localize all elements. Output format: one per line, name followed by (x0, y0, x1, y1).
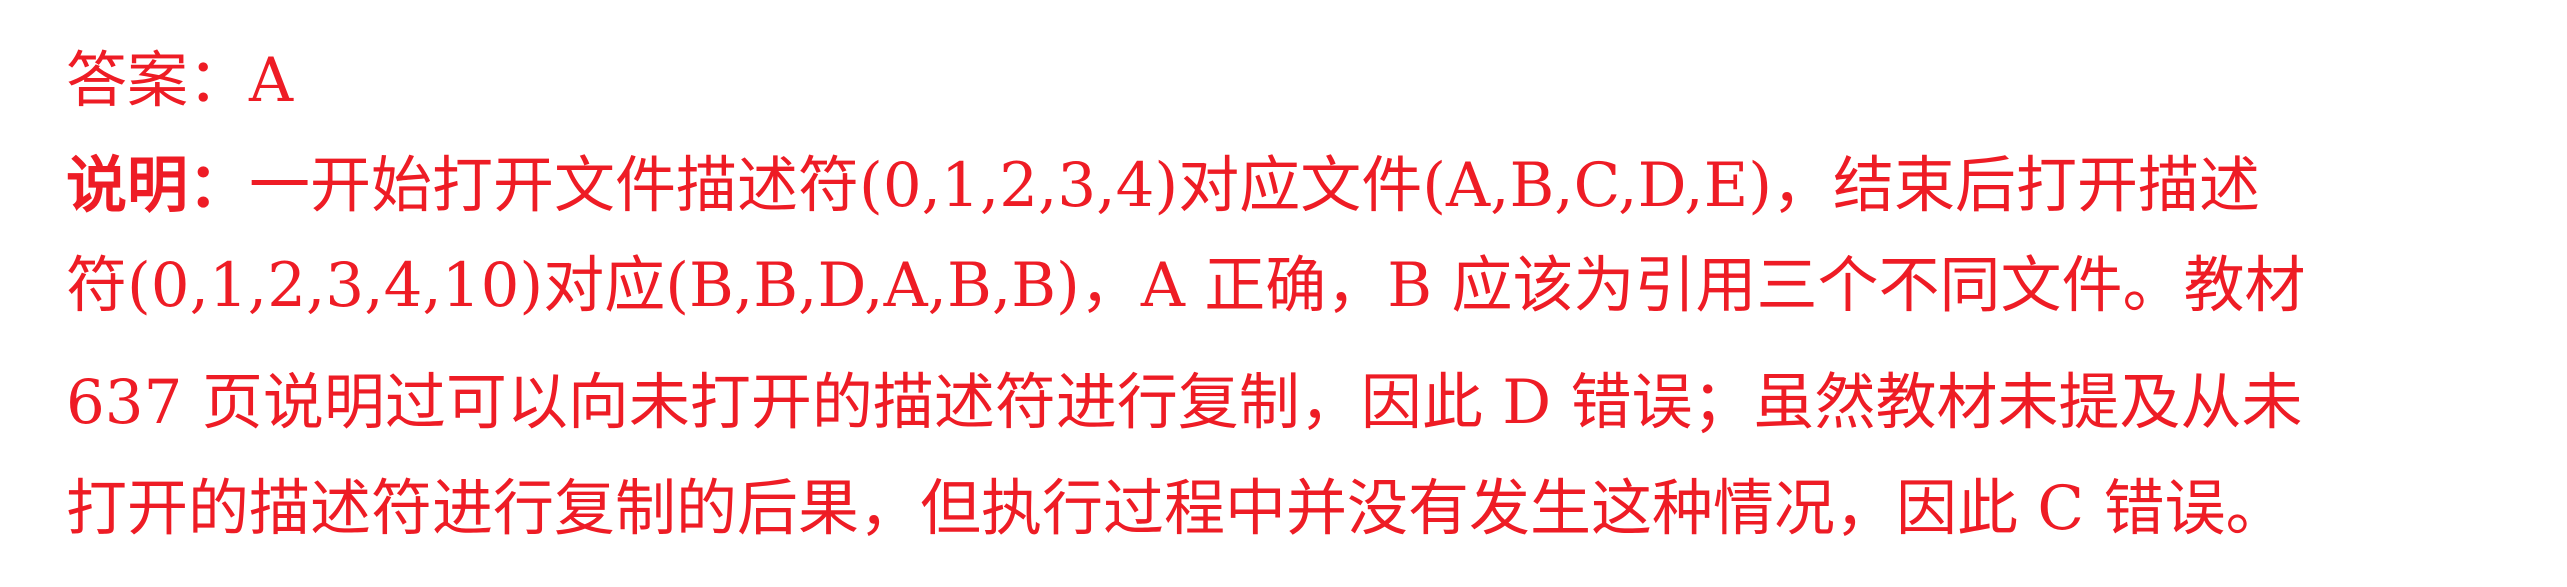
answer-explanation-document: 答案：A 说明：一开始打开文件描述符(0,1,2,3,4)对应文件(A,B,C,… (0, 0, 2567, 587)
answer-label: 答案： (66, 45, 250, 116)
explanation-label: 说明： (66, 150, 250, 221)
answer-value: A (249, 45, 294, 116)
explanation-line-2: 符(0,1,2,3,4,10)对应(B,B,D,A,B,B)，A 正确，B 应该… (66, 250, 2306, 321)
explanation-line-3: 637 页说明过可以向未打开的描述符进行复制，因此 D 错误；虽然教材未提及从未 (66, 367, 2303, 438)
explanation-text-line-1: 一开始打开文件描述符(0,1,2,3,4)对应文件(A,B,C,D,E)，结束后… (249, 150, 2261, 221)
answer-line: 答案：A (66, 50, 293, 111)
explanation-line-1: 说明：一开始打开文件描述符(0,1,2,3,4)对应文件(A,B,C,D,E)，… (66, 155, 2260, 216)
explanation-line-4: 打开的描述符进行复制的后果，但执行过程中并没有发生这种情况，因此 C 错误。 (66, 473, 2287, 544)
